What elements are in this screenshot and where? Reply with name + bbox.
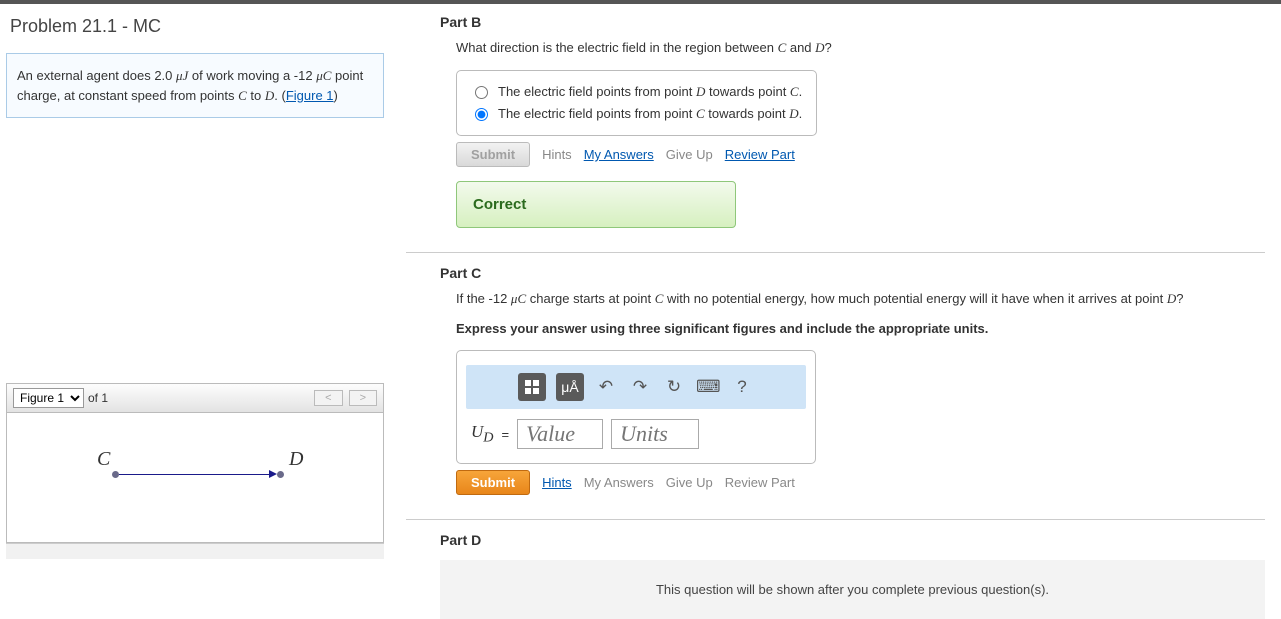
give-up-label: Give Up: [666, 475, 713, 490]
problem-text: ): [334, 88, 338, 103]
review-part-link[interactable]: Review Part: [725, 147, 795, 162]
option-text: The electric field points from point: [498, 106, 696, 121]
figure-select[interactable]: Figure 1: [13, 388, 84, 408]
undo-icon[interactable]: ↶: [594, 377, 618, 397]
part-c-prompt: If the -12 μC charge starts at point C w…: [456, 291, 1265, 307]
part-c-answer-box: μÅ ↶ ↷ ↻ ⌨ ? UD =: [456, 350, 816, 464]
point-d: D: [815, 40, 824, 55]
help-icon[interactable]: ?: [730, 377, 754, 397]
problem-text: . (: [274, 88, 286, 103]
option-text: .: [799, 106, 803, 121]
redo-icon[interactable]: ↷: [628, 377, 652, 397]
figure-prev-button[interactable]: <: [314, 390, 342, 406]
figure-dot-c: [112, 471, 119, 478]
unit-microcoulomb: μC: [511, 291, 526, 306]
part-c-submit-button[interactable]: Submit: [456, 470, 530, 495]
template-icon[interactable]: [518, 373, 546, 401]
units-icon[interactable]: μÅ: [556, 373, 584, 401]
figure-label-c: C: [97, 448, 110, 471]
my-answers-label: My Answers: [584, 475, 654, 490]
problem-text: of work moving a -12: [188, 68, 316, 83]
hints-label: Hints: [542, 147, 572, 162]
problem-text: An external agent does 2.0: [17, 68, 176, 83]
unit-microjoule: μJ: [176, 68, 188, 83]
review-part-label: Review Part: [725, 475, 795, 490]
unit-microcoulomb: μC: [316, 68, 331, 83]
part-d-locked-message: This question will be shown after you co…: [440, 560, 1265, 619]
part-b-feedback: Correct: [456, 181, 736, 228]
figure-arrow-line: [119, 474, 271, 475]
reset-icon[interactable]: ↻: [662, 377, 686, 397]
point-c: C: [696, 106, 705, 121]
figure-dot-d: [277, 471, 284, 478]
part-b-prompt: What direction is the electric field in …: [456, 40, 1265, 56]
prompt-text: charge starts at point: [526, 291, 655, 306]
figure-panel: Figure 1 of 1 < > C D: [6, 383, 384, 559]
ud-label: UD: [471, 422, 494, 446]
part-b-option-2-label: The electric field points from point C t…: [498, 106, 802, 122]
part-b-option-1-label: The electric field points from point D t…: [498, 84, 802, 100]
prompt-text: ?: [825, 40, 832, 55]
problem-title: Problem 21.1 - MC: [10, 16, 380, 37]
option-text: towards point: [705, 84, 790, 99]
prompt-text: with no potential energy, how much poten…: [663, 291, 1166, 306]
problem-text: to: [247, 88, 265, 103]
option-text: .: [799, 84, 803, 99]
point-c: C: [778, 40, 787, 55]
part-b-title: Part B: [440, 14, 1265, 30]
equation-toolbar: μÅ ↶ ↷ ↻ ⌨ ?: [466, 365, 806, 409]
figure-canvas: C D: [6, 413, 384, 543]
part-c-title: Part C: [440, 265, 1265, 281]
part-c-instruction: Express your answer using three signific…: [456, 321, 1265, 336]
option-text: The electric field points from point: [498, 84, 696, 99]
point-d: D: [696, 84, 705, 99]
hints-link[interactable]: Hints: [542, 475, 572, 490]
prompt-text: If the -12: [456, 291, 511, 306]
prompt-text: What direction is the electric field in …: [456, 40, 778, 55]
part-b-option-1-radio[interactable]: [475, 86, 488, 99]
figure-arrow-head: [269, 470, 277, 478]
figure-link[interactable]: Figure 1: [286, 88, 334, 103]
part-b-answer-box: The electric field points from point D t…: [456, 70, 817, 136]
figure-label-d: D: [289, 448, 303, 471]
figure-next-button[interactable]: >: [349, 390, 377, 406]
part-b-option-2-radio[interactable]: [475, 108, 488, 121]
keyboard-icon[interactable]: ⌨: [696, 377, 720, 397]
units-input[interactable]: [611, 419, 699, 449]
point-d: D: [265, 88, 274, 103]
figure-count: of 1: [88, 391, 108, 405]
point-c: C: [238, 88, 247, 103]
point-d: D: [1167, 291, 1176, 306]
problem-statement: An external agent does 2.0 μJ of work mo…: [6, 53, 384, 118]
part-b-submit-button[interactable]: Submit: [456, 142, 530, 167]
point-d: D: [789, 106, 798, 121]
part-d-title: Part D: [440, 532, 1265, 548]
my-answers-link[interactable]: My Answers: [584, 147, 654, 162]
prompt-text: ?: [1176, 291, 1183, 306]
give-up-label: Give Up: [666, 147, 713, 162]
point-c: C: [790, 84, 799, 99]
equals-label: =: [502, 427, 510, 442]
option-text: towards point: [705, 106, 790, 121]
prompt-text: and: [786, 40, 815, 55]
value-input[interactable]: [517, 419, 603, 449]
